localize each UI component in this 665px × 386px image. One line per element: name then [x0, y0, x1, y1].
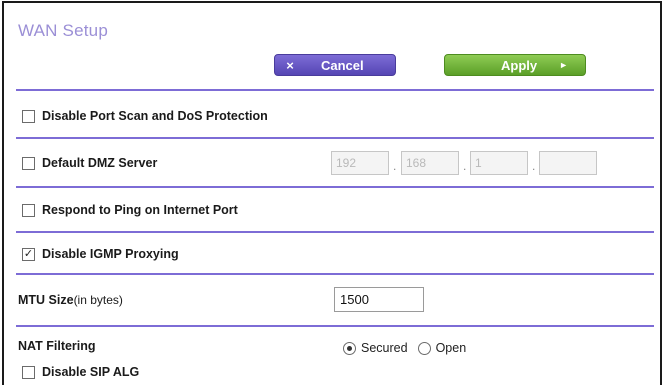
- divider: [16, 137, 654, 139]
- mtu-input[interactable]: [334, 287, 424, 312]
- header: WAN Setup × Cancel Apply ►: [4, 3, 660, 79]
- port-scan-label: Disable Port Scan and DoS Protection: [42, 109, 268, 123]
- mtu-row: MTU Size (in bytes): [18, 293, 123, 307]
- dmz-ip-octet-3[interactable]: [470, 151, 528, 175]
- sip-row: Disable SIP ALG: [22, 365, 139, 379]
- ping-label: Respond to Ping on Internet Port: [42, 203, 238, 217]
- apply-button-label: Apply: [501, 57, 538, 73]
- nat-row: NAT Filtering: [18, 339, 96, 353]
- cancel-button-label: Cancel: [321, 57, 364, 73]
- dmz-row: Default DMZ Server: [22, 156, 157, 170]
- wan-setup-panel: WAN Setup × Cancel Apply ► Disable Port …: [2, 1, 662, 385]
- arrow-right-icon: ►: [559, 60, 569, 70]
- ip-separator: .: [393, 159, 397, 173]
- dmz-ip-octet-1[interactable]: [331, 151, 389, 175]
- divider: [16, 89, 654, 91]
- ping-checkbox[interactable]: [22, 203, 35, 217]
- ip-separator: .: [463, 159, 467, 173]
- nat-open-radio[interactable]: [417, 341, 431, 355]
- igmp-label: Disable IGMP Proxying: [42, 247, 179, 261]
- port-scan-checkbox[interactable]: [22, 109, 35, 123]
- igmp-row: ✓ Disable IGMP Proxying: [22, 247, 179, 261]
- nat-secured-radio[interactable]: [343, 341, 356, 355]
- close-icon: ×: [286, 57, 294, 73]
- nat-open-label: Open: [435, 341, 467, 355]
- apply-button[interactable]: Apply ►: [444, 54, 586, 76]
- divider: [16, 325, 654, 327]
- nat-secured-label: Secured: [361, 341, 408, 355]
- cancel-button[interactable]: × Cancel: [274, 54, 396, 76]
- mtu-label: MTU Size: [18, 293, 74, 307]
- sip-label: Disable SIP ALG: [42, 365, 140, 379]
- port-scan-row: Disable Port Scan and DoS Protection: [22, 109, 268, 123]
- ping-row: Respond to Ping on Internet Port: [22, 203, 238, 217]
- igmp-checkbox[interactable]: ✓: [22, 247, 35, 261]
- page-title: WAN Setup: [18, 21, 108, 40]
- dmz-ip-octet-2[interactable]: [401, 151, 459, 175]
- divider: [16, 231, 654, 233]
- nat-filtering-label: NAT Filtering: [18, 339, 96, 353]
- ip-separator: .: [532, 159, 536, 173]
- sip-checkbox[interactable]: [22, 365, 35, 379]
- dmz-checkbox[interactable]: [22, 156, 35, 170]
- divider: [16, 186, 654, 188]
- mtu-unit: (in bytes): [73, 293, 123, 307]
- dmz-label: Default DMZ Server: [42, 156, 158, 170]
- divider: [16, 273, 654, 275]
- nat-filtering-options: Secured Open: [343, 341, 476, 355]
- dmz-ip-octet-4[interactable]: [539, 151, 597, 175]
